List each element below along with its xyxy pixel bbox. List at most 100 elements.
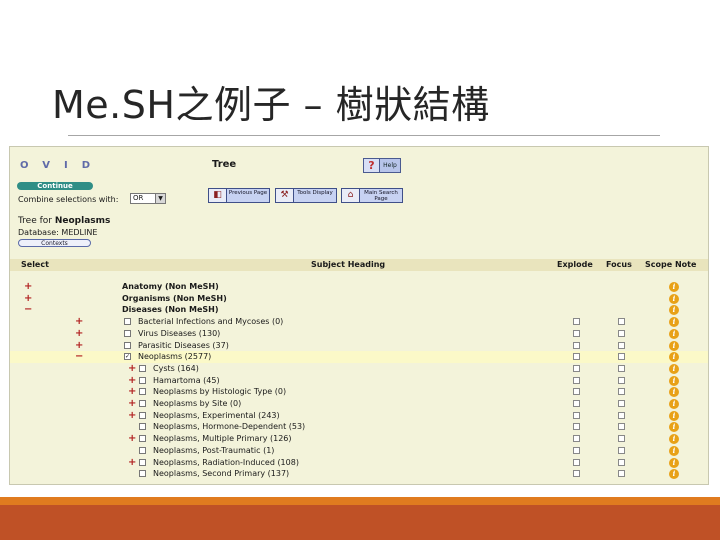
focus-checkbox[interactable] bbox=[618, 388, 625, 396]
subject-heading-link[interactable]: Neoplasms, Experimental (243) bbox=[153, 411, 280, 420]
combine-select[interactable]: OR ▼ bbox=[130, 193, 166, 204]
explode-checkbox[interactable] bbox=[573, 411, 580, 419]
main-search-page-button[interactable]: ⌂ Main Search Page bbox=[341, 188, 403, 203]
subject-heading-link[interactable]: Neoplasms, Hormone-Dependent (53) bbox=[153, 422, 305, 431]
explode-checkbox[interactable] bbox=[573, 341, 580, 349]
collapse-icon[interactable]: − bbox=[24, 304, 32, 315]
expand-icon[interactable]: + bbox=[128, 433, 136, 444]
select-checkbox[interactable] bbox=[139, 388, 146, 396]
select-checkbox[interactable] bbox=[139, 376, 146, 384]
scope-note-icon[interactable]: i bbox=[669, 317, 679, 328]
focus-checkbox[interactable] bbox=[618, 329, 625, 337]
focus-checkbox[interactable] bbox=[618, 353, 625, 361]
focus-checkbox[interactable] bbox=[618, 411, 625, 419]
focus-checkbox[interactable] bbox=[618, 364, 625, 372]
select-checkbox[interactable] bbox=[124, 318, 131, 326]
expand-icon[interactable]: + bbox=[128, 410, 136, 421]
subject-heading-link[interactable]: Diseases (Non MeSH) bbox=[122, 305, 219, 314]
expand-icon[interactable]: + bbox=[75, 340, 83, 351]
select-checkbox[interactable] bbox=[139, 400, 146, 407]
expand-icon[interactable]: + bbox=[128, 363, 136, 374]
select-checkbox[interactable] bbox=[139, 458, 146, 466]
contexts-button[interactable]: Contexts bbox=[18, 239, 91, 247]
explode-checkbox[interactable] bbox=[573, 388, 580, 396]
subject-heading-link[interactable]: Bacterial Infections and Mycoses (0) bbox=[138, 317, 283, 326]
subject-heading-link[interactable]: Neoplasms, Post-Traumatic (1) bbox=[153, 446, 274, 455]
explode-checkbox[interactable] bbox=[573, 364, 580, 372]
subject-heading-link[interactable]: Anatomy (Non MeSH) bbox=[122, 282, 219, 291]
subject-heading-link[interactable]: Neoplasms by Site (0) bbox=[153, 399, 241, 408]
continue-button[interactable]: Continue bbox=[17, 182, 93, 190]
scope-note-icon[interactable]: i bbox=[669, 457, 679, 468]
focus-checkbox[interactable] bbox=[618, 318, 625, 326]
scope-note-icon[interactable]: i bbox=[669, 305, 679, 316]
scope-note-icon[interactable]: i bbox=[669, 410, 679, 421]
subject-heading-link[interactable]: Parasitic Diseases (37) bbox=[138, 341, 229, 350]
explode-checkbox[interactable] bbox=[573, 423, 580, 431]
subject-heading-link[interactable]: Neoplasms (2577) bbox=[138, 352, 211, 361]
expand-icon[interactable]: + bbox=[24, 281, 32, 292]
select-checkbox[interactable] bbox=[124, 341, 131, 349]
scope-note-icon[interactable]: i bbox=[669, 445, 679, 456]
subject-heading-link[interactable]: Cysts (164) bbox=[153, 364, 199, 373]
tools-icon: ⚒ bbox=[276, 189, 294, 202]
focus-checkbox[interactable] bbox=[618, 376, 625, 384]
select-checkbox[interactable] bbox=[124, 329, 131, 337]
subject-heading-link[interactable]: Neoplasms by Histologic Type (0) bbox=[153, 387, 286, 396]
scope-note-icon[interactable]: i bbox=[669, 328, 679, 339]
subject-heading-link[interactable]: Hamartoma (45) bbox=[153, 376, 220, 385]
select-checkbox[interactable] bbox=[139, 411, 146, 419]
subject-heading-link[interactable]: Neoplasms, Radiation-Induced (108) bbox=[153, 458, 299, 467]
scope-note-icon[interactable]: i bbox=[669, 422, 679, 433]
focus-checkbox[interactable] bbox=[618, 400, 625, 407]
expand-icon[interactable]: + bbox=[128, 457, 136, 468]
scope-note-icon[interactable]: i bbox=[669, 340, 679, 351]
focus-checkbox[interactable] bbox=[618, 423, 625, 431]
expand-icon[interactable]: + bbox=[75, 316, 83, 327]
explode-checkbox[interactable] bbox=[573, 353, 580, 361]
select-checkbox[interactable] bbox=[139, 435, 146, 443]
explode-checkbox[interactable] bbox=[573, 329, 580, 337]
scope-note-icon[interactable]: i bbox=[669, 434, 679, 445]
scope-note-icon[interactable]: i bbox=[669, 375, 679, 386]
subject-heading-link[interactable]: Neoplasms, Multiple Primary (126) bbox=[153, 434, 292, 443]
expand-icon[interactable]: + bbox=[128, 398, 136, 409]
explode-checkbox[interactable] bbox=[573, 376, 580, 384]
select-checkbox[interactable] bbox=[139, 364, 146, 372]
explode-checkbox[interactable] bbox=[573, 435, 580, 443]
tree-row: Neoplasms, Second Primary (137) i bbox=[10, 468, 708, 480]
subject-heading-link[interactable]: Organisms (Non MeSH) bbox=[122, 294, 227, 303]
explode-checkbox[interactable] bbox=[573, 458, 580, 466]
expand-icon[interactable]: + bbox=[128, 375, 136, 386]
collapse-icon[interactable]: − bbox=[75, 351, 83, 362]
select-checkbox[interactable] bbox=[139, 423, 146, 431]
expand-icon[interactable]: + bbox=[75, 328, 83, 339]
scope-note-icon[interactable]: i bbox=[669, 352, 679, 363]
scope-note-icon[interactable]: i bbox=[669, 469, 679, 480]
explode-checkbox[interactable] bbox=[573, 470, 580, 478]
select-checkbox[interactable]: ✓ bbox=[124, 353, 131, 361]
tools-display-button[interactable]: ⚒ Tools Display bbox=[275, 188, 337, 203]
subject-heading-link[interactable]: Neoplasms, Second Primary (137) bbox=[153, 469, 289, 478]
previous-page-button[interactable]: ◧ Previous Page bbox=[208, 188, 270, 203]
expand-icon[interactable]: + bbox=[24, 293, 32, 304]
scope-note-icon[interactable]: i bbox=[669, 387, 679, 398]
subject-heading-link[interactable]: Virus Diseases (130) bbox=[138, 329, 220, 338]
expand-icon[interactable]: + bbox=[128, 386, 136, 397]
scope-note-icon[interactable]: i bbox=[669, 363, 679, 374]
scope-note-icon[interactable]: i bbox=[669, 399, 679, 409]
focus-checkbox[interactable] bbox=[618, 470, 625, 478]
explode-checkbox[interactable] bbox=[573, 446, 580, 454]
select-checkbox[interactable] bbox=[139, 446, 146, 454]
help-button[interactable]: ? Help bbox=[363, 158, 401, 173]
scope-note-icon[interactable]: i bbox=[669, 282, 679, 292]
scope-note-icon[interactable]: i bbox=[669, 293, 679, 304]
focus-checkbox[interactable] bbox=[618, 341, 625, 349]
focus-checkbox[interactable] bbox=[618, 446, 625, 454]
explode-checkbox[interactable] bbox=[573, 318, 580, 326]
focus-checkbox[interactable] bbox=[618, 458, 625, 466]
select-checkbox[interactable] bbox=[139, 470, 146, 478]
combine-value: OR bbox=[133, 194, 144, 202]
explode-checkbox[interactable] bbox=[573, 400, 580, 407]
focus-checkbox[interactable] bbox=[618, 435, 625, 443]
